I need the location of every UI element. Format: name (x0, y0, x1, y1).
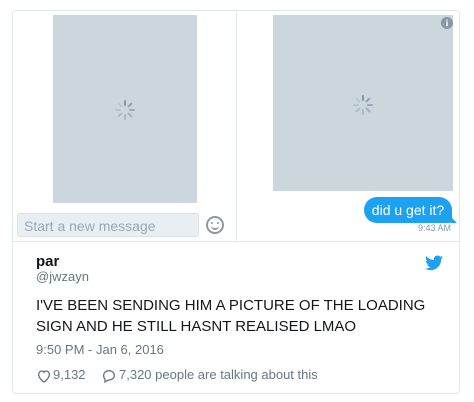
talking-about-link[interactable]: 7,320 people are talking about this (119, 367, 318, 382)
loading-image-placeholder (53, 15, 197, 203)
dm-left-panel: Start a new message (13, 11, 237, 241)
loading-image-placeholder (273, 15, 453, 191)
reply-icon[interactable] (101, 368, 117, 384)
loading-spinner-icon (115, 100, 135, 120)
tweet-timestamp[interactable]: 9:50 PM - Jan 6, 2016 (36, 342, 164, 357)
info-icon[interactable]: i (441, 17, 453, 29)
tweet-media[interactable]: Start a new message i did u get it? 9:43… (13, 11, 459, 241)
author-handle[interactable]: @jwzayn (36, 269, 89, 284)
author-name[interactable]: par (36, 253, 59, 270)
loading-spinner-icon (353, 95, 373, 115)
media-divider (13, 241, 459, 242)
emoji-icon[interactable] (206, 216, 224, 234)
like-count[interactable]: 9,132 (53, 367, 86, 382)
tweet-text: I'VE BEEN SENDING HIM A PICTURE OF THE L… (36, 297, 426, 335)
sent-message-bubble: did u get it? (364, 197, 457, 223)
heart-icon[interactable] (36, 368, 52, 384)
embedded-tweet-card: Start a new message i did u get it? 9:43… (12, 10, 460, 394)
message-composer-input[interactable]: Start a new message (17, 213, 199, 237)
message-timestamp: 9:43 AM (417, 223, 451, 233)
twitter-bird-icon[interactable] (425, 255, 443, 271)
